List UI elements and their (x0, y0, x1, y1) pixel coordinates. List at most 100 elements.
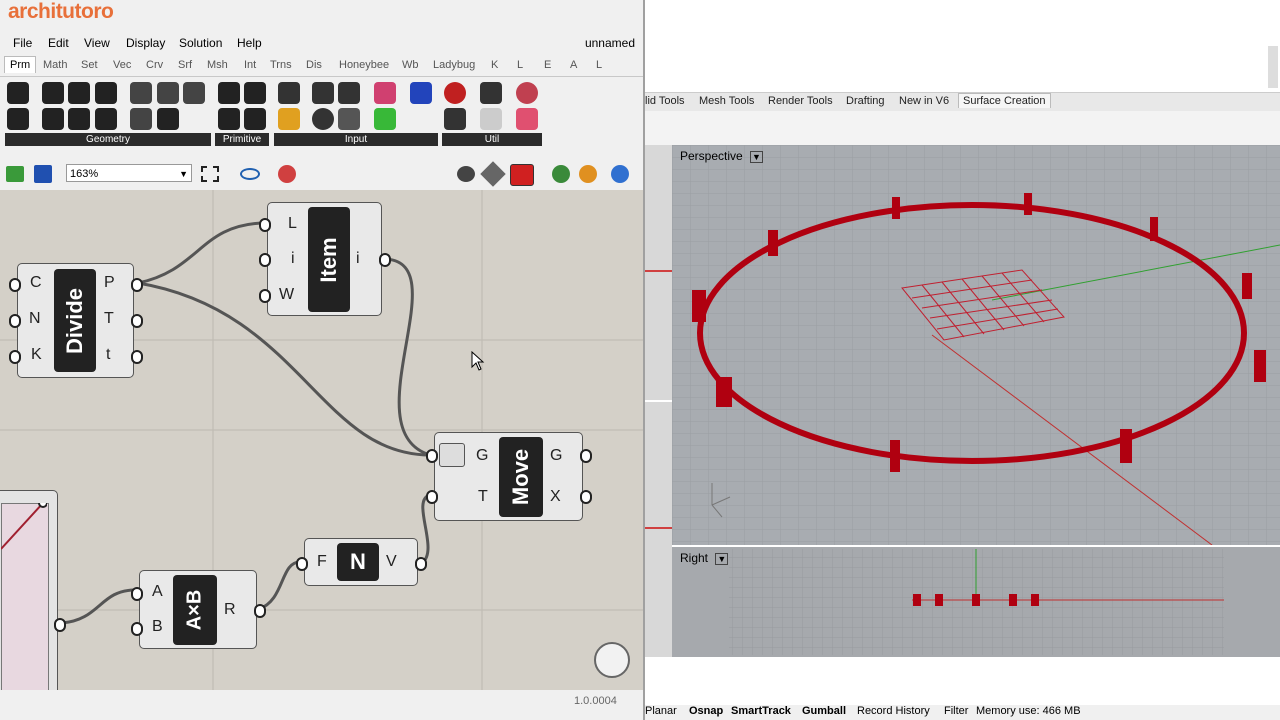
item-output-i[interactable]: i (356, 250, 360, 268)
gh-canvas[interactable]: Divide C N K P T t Item L i W i Move G T… (0, 190, 643, 690)
unit-input-f[interactable]: F (317, 553, 327, 571)
item-input-w[interactable]: W (279, 286, 294, 304)
move-grip-t[interactable] (426, 490, 438, 504)
file-icon[interactable] (410, 82, 432, 104)
tab-int[interactable]: Int (244, 59, 256, 71)
divide-input-k[interactable]: K (31, 346, 42, 364)
tab-render-tools[interactable]: Render Tools (768, 95, 833, 107)
item-input-l[interactable]: L (288, 215, 297, 233)
move-input-g[interactable]: G (476, 447, 488, 465)
multiply-grip-a[interactable] (131, 587, 143, 601)
menu-file[interactable]: File (13, 36, 32, 50)
plane-param-icon[interactable] (42, 108, 64, 130)
status-osnap[interactable]: Osnap (689, 705, 723, 717)
unit-output-v[interactable]: V (386, 553, 397, 571)
tab-mesh-tools[interactable]: Mesh Tools (699, 95, 754, 107)
zoom-level-select[interactable]: 163% ▼ (66, 164, 192, 182)
open-file-icon[interactable] (6, 166, 24, 182)
multiply-grip-r[interactable] (254, 604, 266, 618)
wire-unit-to-move[interactable] (420, 493, 431, 565)
tab-math[interactable]: Math (43, 59, 67, 71)
right-viewport[interactable]: Right ▼ (672, 547, 1280, 657)
menu-edit[interactable]: Edit (48, 36, 69, 50)
wire-item-to-move[interactable] (383, 257, 431, 457)
multiply-component[interactable]: A×B A B R (139, 570, 257, 649)
tab-k[interactable]: K (491, 59, 498, 71)
divide-input-c[interactable]: C (30, 274, 42, 292)
tab-new-in-v6[interactable]: New in V6 (899, 95, 949, 107)
value-list-icon[interactable] (338, 108, 360, 130)
wire-multiply-to-unit[interactable] (258, 560, 301, 611)
cherry-icon[interactable] (444, 82, 466, 104)
line-param-icon[interactable] (68, 108, 90, 130)
zoom-extents-icon[interactable] (201, 166, 219, 182)
status-gumball[interactable]: Gumball (802, 705, 846, 717)
multiply-grip-b[interactable] (131, 622, 143, 636)
text-param-icon[interactable] (244, 108, 266, 130)
graph-grip-out[interactable] (54, 618, 66, 632)
arrow-up-icon[interactable] (439, 443, 465, 467)
preview-eye-icon[interactable] (240, 168, 260, 180)
solver-widget-icon[interactable] (594, 642, 630, 678)
tab-srf[interactable]: Srf (178, 59, 192, 71)
tab-l2[interactable]: L (596, 59, 602, 71)
mesh-face-param-icon[interactable] (183, 82, 205, 104)
multiply-input-b[interactable]: B (152, 618, 163, 636)
menu-display[interactable]: Display (126, 36, 165, 50)
number-param-icon[interactable] (218, 108, 240, 130)
multiply-output-r[interactable]: R (224, 601, 236, 619)
chevron-down-icon[interactable]: ▼ (715, 553, 729, 565)
item-grip-i[interactable] (259, 253, 271, 267)
boolean-param-icon[interactable] (218, 82, 240, 104)
preview-selected-icon[interactable] (510, 164, 534, 186)
item-grip-out[interactable] (379, 253, 391, 267)
tab-prm[interactable]: Prm (4, 56, 37, 73)
status-planar[interactable]: Planar (645, 705, 677, 717)
unit-grip-f[interactable] (296, 557, 308, 571)
move-grip-out-x[interactable] (580, 490, 592, 504)
import-icon[interactable] (278, 82, 300, 104)
menu-help[interactable]: Help (237, 36, 262, 50)
perspective-viewport[interactable]: Perspective ▼ (672, 145, 1280, 545)
graph-mapper-component[interactable] (0, 490, 58, 690)
divide-grip-t2[interactable] (131, 350, 143, 364)
tab-e[interactable]: E (544, 59, 551, 71)
slider-icon[interactable] (338, 82, 360, 104)
menu-solution[interactable]: Solution (179, 36, 222, 50)
sketch-pen-icon[interactable] (278, 165, 296, 183)
multiply-input-a[interactable]: A (152, 583, 163, 601)
divide-grip-t[interactable] (131, 314, 143, 328)
chevron-down-icon[interactable]: ▼ (750, 151, 763, 163)
render-sphere-icon[interactable] (611, 165, 629, 183)
divide-grip-c[interactable] (9, 278, 21, 292)
save-icon[interactable] (34, 165, 52, 183)
item-grip-l[interactable] (259, 218, 271, 232)
move-component[interactable]: Move G T G X (434, 432, 583, 521)
tab-trns[interactable]: Trns (270, 59, 292, 71)
geometry-param-icon[interactable] (157, 108, 179, 130)
status-smarttrack[interactable]: SmartTrack (731, 705, 791, 717)
tab-surface-creation[interactable]: Surface Creation (958, 93, 1051, 108)
tab-drafting[interactable]: Drafting (846, 95, 885, 107)
tab-ladybug[interactable]: Ladybug (433, 59, 475, 71)
panel-icon[interactable] (312, 82, 334, 104)
divide-output-t-lower[interactable]: t (106, 346, 110, 364)
perspective-viewport-label[interactable]: Perspective ▼ (676, 148, 767, 164)
tab-crv[interactable]: Crv (146, 59, 163, 71)
move-grip-out-g[interactable] (580, 449, 592, 463)
divide-output-p[interactable]: P (104, 274, 115, 292)
right-viewport-label[interactable]: Right ▼ (676, 550, 732, 566)
move-output-g[interactable]: G (550, 447, 562, 465)
flask-icon[interactable] (516, 108, 538, 130)
vector-param-icon[interactable] (95, 108, 117, 130)
cluster-icon[interactable] (516, 82, 538, 104)
toggle-icon[interactable] (312, 108, 334, 130)
unit-vector-component[interactable]: N F V (304, 538, 418, 586)
param-icon[interactable] (7, 82, 29, 104)
field-param-icon[interactable] (130, 108, 152, 130)
preview-shaded-icon[interactable] (480, 161, 506, 187)
item-grip-w[interactable] (259, 289, 271, 303)
data-output-icon[interactable] (480, 82, 502, 104)
tab-l[interactable]: L (517, 59, 523, 71)
tab-vec[interactable]: Vec (113, 59, 131, 71)
